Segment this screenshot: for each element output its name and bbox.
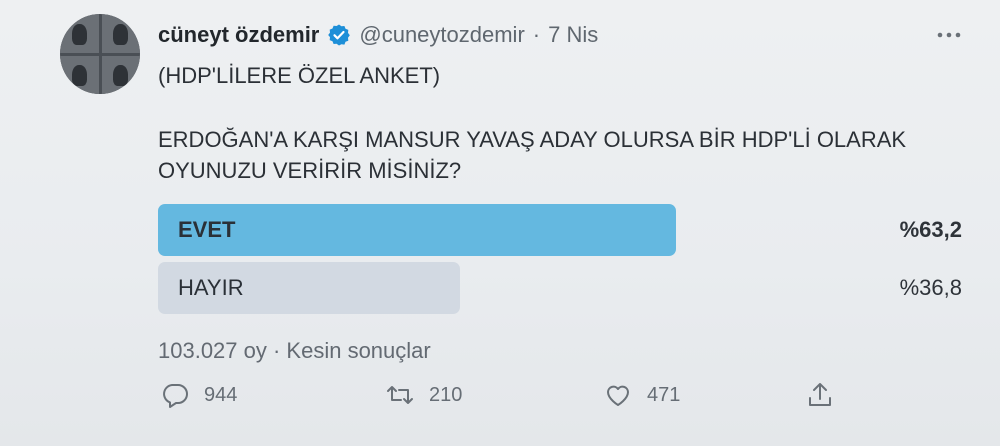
verified-badge-icon (328, 24, 351, 46)
poll-option-percent: %36,8 (899, 275, 962, 300)
share-icon (809, 383, 831, 406)
tweet-text-line-3: OYUNUZU VERİRİR MİSİNİZ? (158, 158, 462, 183)
tweet-date[interactable]: 7 Nis (548, 22, 598, 48)
poll-option-label: EVET (178, 217, 236, 242)
poll-meta: 103.027 oy · Kesin sonuçlar (158, 338, 431, 363)
share-button[interactable] (805, 380, 835, 410)
avatar-photo-3 (60, 55, 99, 94)
poll-option-percent: %63,2 (899, 217, 962, 242)
author-handle[interactable]: @cuneytozdemir (359, 22, 524, 48)
author-name[interactable]: cüneyt özdemir (158, 22, 319, 48)
tweet-actions: 944 210 471 (160, 380, 860, 420)
avatar-photo-2 (101, 14, 140, 53)
header-separator: · (532, 22, 541, 47)
retweet-button[interactable]: 210 (385, 380, 462, 410)
avatar[interactable] (60, 14, 140, 94)
reply-icon (163, 384, 188, 408)
avatar-photo-1 (60, 14, 99, 53)
poll-option-label: HAYIR (178, 275, 244, 300)
reply-count: 944 (204, 383, 238, 406)
tweet-text-line-1: (HDP'LİLERE ÖZEL ANKET) (158, 63, 441, 88)
reply-button[interactable]: 944 (160, 380, 237, 410)
tweet-card: cüneyt özdemir @cuneytozdemir · 7 Nis (H… (0, 0, 1000, 446)
tweet-text-line-2: ERDOĞAN'A KARŞI MANSUR YAVAŞ ADAY OLURSA… (158, 127, 907, 152)
retweet-count: 210 (429, 383, 463, 406)
like-count: 471 (647, 383, 681, 406)
poll-bar-evet (158, 204, 677, 256)
like-icon (607, 385, 629, 406)
more-icon[interactable] (936, 30, 962, 40)
avatar-photo-4 (101, 55, 140, 94)
tweet-text-question: ERDOĞAN'A KARŞI MANSUR YAVAŞ ADAY OLURSA… (158, 124, 906, 186)
tweet-header: cüneyt özdemir @cuneytozdemir · 7 Nis (158, 22, 598, 48)
like-button[interactable]: 471 (603, 380, 680, 410)
retweet-icon (387, 386, 413, 404)
poll-option-hayir: HAYIR %36,8 (158, 262, 968, 314)
poll-option-evet: EVET %63,2 (158, 204, 968, 256)
